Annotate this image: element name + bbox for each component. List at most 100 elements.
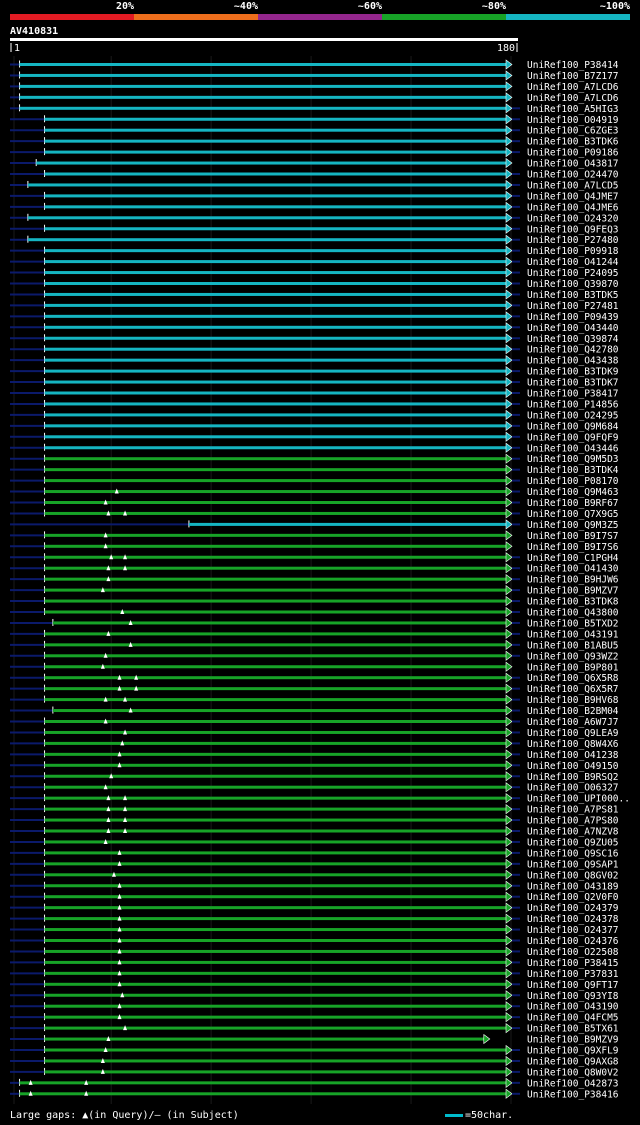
hit-bar [44, 150, 507, 154]
hit-bar [44, 424, 507, 428]
hit-bar [44, 928, 507, 932]
hit-label: UniRef100_P27481 [527, 301, 619, 312]
hit-bar [44, 895, 507, 899]
hit-bar [44, 249, 507, 253]
hit-label: UniRef100_B5TX61 [527, 1024, 619, 1035]
hit-label: UniRef100_O24295 [527, 410, 619, 421]
hit-label: UniRef100_O24320 [527, 213, 619, 224]
hit-label: UniRef100_O24377 [527, 925, 619, 936]
hit-label: UniRef100_A7PS80 [527, 816, 619, 827]
hit-bar [44, 698, 507, 702]
hit-label: UniRef100_B9HV68 [527, 695, 619, 706]
hit-label: UniRef100_B9RSQ2 [527, 772, 619, 783]
hit-label: UniRef100_Q9ZU05 [527, 837, 619, 848]
hit-bar [44, 676, 507, 680]
hit-label: UniRef100_B3TDK8 [527, 597, 619, 608]
hit-label: UniRef100_P38416 [527, 1089, 619, 1100]
hit-bar [44, 511, 507, 515]
hit-label: UniRef100_O41430 [527, 564, 619, 575]
hit-bar [44, 128, 507, 132]
hit-label: UniRef100_P09439 [527, 312, 619, 323]
scale-bar-swatch [445, 1113, 463, 1117]
hit-bar [44, 906, 507, 910]
hit-bar [44, 796, 507, 800]
hit-label: UniRef100_O04919 [527, 115, 619, 126]
hit-label: UniRef100_Q6X5R8 [527, 673, 619, 684]
hit-bar [44, 490, 507, 494]
hit-label: UniRef100_Q9AXG8 [527, 1056, 619, 1067]
hit-bar [44, 566, 507, 570]
hit-bar [44, 391, 507, 395]
hit-label: UniRef100_A5HIG3 [527, 104, 619, 115]
hit-bar [44, 303, 507, 307]
hit-bar [44, 741, 507, 745]
hit-label: UniRef100_Q4JME7 [527, 191, 619, 202]
hit-label: UniRef100_B3TDK5 [527, 290, 619, 301]
hit-label: UniRef100_Q4FCM5 [527, 1013, 619, 1024]
hit-label: UniRef100_A7NZV8 [527, 827, 619, 838]
hit-label: UniRef100_Q8GV02 [527, 870, 619, 881]
hit-bar [44, 446, 507, 450]
hit-bar [44, 544, 507, 548]
hit-label: UniRef100_Q9SC16 [527, 848, 619, 859]
hit-label: UniRef100_P38414 [527, 60, 619, 71]
hit-arrow [483, 1033, 491, 1045]
hit-bar [19, 106, 508, 110]
hit-label: UniRef100_P27480 [527, 235, 619, 246]
hit-bar [44, 336, 507, 340]
hit-label: UniRef100_A7PS81 [527, 805, 619, 816]
hit-label: UniRef100_Q93YI8 [527, 991, 619, 1002]
hit-bar [44, 643, 507, 647]
hit-bar [44, 1015, 507, 1019]
query-ruler-end-label: 180 [497, 43, 515, 54]
hit-label: UniRef100_P08170 [527, 476, 619, 487]
hit-label: UniRef100_B7Z177 [527, 71, 619, 82]
hit-label: UniRef100_P38417 [527, 389, 619, 400]
hit-label: UniRef100_Q6X5R7 [527, 684, 619, 695]
hit-bar [44, 632, 507, 636]
hit-label: UniRef100_B9MZV7 [527, 586, 619, 597]
hit-bar [44, 468, 507, 472]
hit-bar [44, 479, 507, 483]
hit-label: UniRef100_B9HJW6 [527, 575, 619, 586]
hit-bar [44, 172, 507, 176]
hit-label: UniRef100_B9P801 [527, 662, 619, 673]
hit-bar [19, 1081, 508, 1085]
hit-label: UniRef100_O42873 [527, 1078, 619, 1089]
hit-bar [44, 851, 507, 855]
hit-label: UniRef100_A7LCD6 [527, 93, 619, 104]
hit-label: UniRef100_O06327 [527, 783, 619, 794]
hit-bar [44, 1026, 507, 1030]
hit-label: UniRef100_P38415 [527, 958, 619, 969]
hit-bar [44, 588, 507, 592]
hit-label: UniRef100_Q9M684 [527, 421, 619, 432]
scale-bar-legend: =50char. [445, 1110, 513, 1121]
hit-bar [44, 982, 507, 986]
hit-bar [44, 1059, 507, 1063]
hit-bar [52, 709, 507, 713]
hit-bar [27, 183, 507, 187]
hit-bar [44, 194, 507, 198]
hit-label: UniRef100_B9I7S6 [527, 542, 619, 553]
hit-label: UniRef100_P24095 [527, 268, 619, 279]
hit-label: UniRef100_O43190 [527, 1002, 619, 1013]
hit-bar [44, 380, 507, 384]
hit-bar [44, 993, 507, 997]
hit-label: UniRef100_Q9LEA9 [527, 728, 619, 739]
hit-bar [44, 807, 507, 811]
hit-label: UniRef100_A7LCD5 [527, 180, 619, 191]
hit-bar [27, 238, 507, 242]
hit-bar [44, 260, 507, 264]
query-ruler-start-label: 1 [14, 43, 20, 54]
hit-bar [44, 282, 507, 285]
hit-label: UniRef100_P09186 [527, 148, 619, 159]
hit-label: UniRef100_Q2V0F0 [527, 892, 619, 903]
hit-label: UniRef100_Q4JME6 [527, 202, 619, 213]
hit-bar [19, 1092, 508, 1096]
hit-label: UniRef100_Q8W4X6 [527, 739, 619, 750]
hit-bar [44, 271, 507, 275]
hit-label: UniRef100_O43440 [527, 323, 619, 334]
large-gaps-legend: Large gaps: ▲(in Query)/— (in Subject) [10, 1110, 239, 1121]
hit-label: UniRef100_O24376 [527, 936, 619, 947]
hit-bar [19, 73, 508, 77]
